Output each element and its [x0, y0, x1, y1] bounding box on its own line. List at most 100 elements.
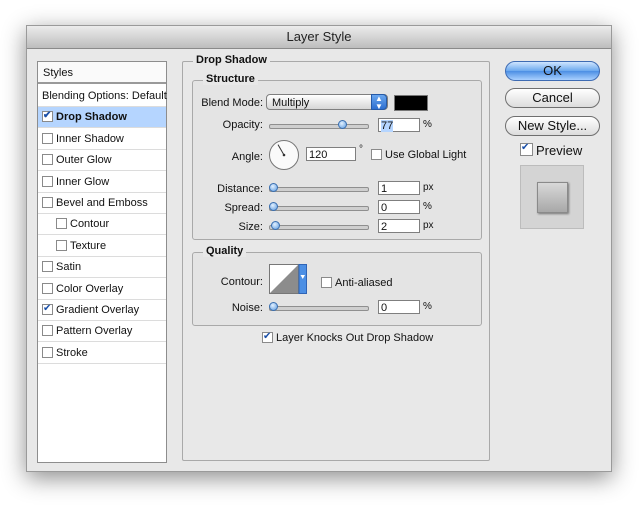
angle-label: Angle: — [231, 151, 263, 163]
spread-input[interactable]: 0 — [378, 200, 420, 214]
style-item-checkbox[interactable] — [42, 304, 53, 315]
style-item-gradient-overlay[interactable]: Gradient Overlay — [38, 300, 166, 321]
use-global-light-check[interactable] — [371, 148, 382, 160]
style-item-label: Pattern Overlay — [56, 325, 133, 338]
size-unit: px — [423, 220, 434, 231]
spread-label: Spread: — [224, 202, 263, 214]
distance-unit: px — [423, 182, 434, 193]
angle-unit: ° — [359, 144, 363, 155]
use-global-light-checkbox[interactable]: Use Global Light — [371, 148, 467, 162]
angle-input[interactable]: 120 — [306, 147, 356, 161]
quality-group: Quality Contour: Anti-aliased Noise: 0 % — [192, 245, 482, 326]
style-item-bevel-and-emboss[interactable]: Bevel and Emboss — [38, 193, 166, 214]
spread-slider-thumb[interactable] — [269, 202, 278, 211]
size-slider-thumb[interactable] — [270, 221, 280, 230]
style-item-checkbox[interactable] — [42, 346, 53, 358]
new-style-button[interactable]: New Style... — [505, 116, 600, 136]
style-item-checkbox[interactable] — [42, 197, 53, 208]
style-item-label: Inner Shadow — [56, 132, 124, 145]
blend-mode-select[interactable]: Multiply ▲ ▼ — [266, 94, 388, 111]
style-item-inner-shadow[interactable]: Inner Shadow — [38, 129, 166, 150]
style-item-label: Inner Glow — [56, 175, 110, 188]
anti-aliased-label: Anti-aliased — [335, 277, 393, 290]
distance-input[interactable]: 1 — [378, 181, 420, 195]
opacity-slider-thumb[interactable] — [337, 120, 347, 129]
preview-swatch — [537, 182, 568, 213]
layer-knocks-out-checkbox[interactable]: Layer Knocks Out Drop Shadow — [262, 331, 434, 345]
drop-shadow-title: Drop Shadow — [193, 54, 270, 66]
size-slider[interactable] — [269, 225, 369, 230]
opacity-label: Opacity: — [222, 119, 263, 131]
preview-thumbnail — [520, 165, 584, 229]
styles-list: Styles Blending Options: Default Drop Sha… — [37, 61, 167, 463]
opacity-value: 77 — [381, 120, 394, 132]
style-item-checkbox[interactable] — [42, 175, 53, 187]
size-label: Size: — [238, 221, 263, 233]
size-input[interactable]: 2 — [378, 219, 420, 233]
opacity-input[interactable]: 77 — [378, 118, 420, 132]
use-global-light-label: Use Global Light — [385, 149, 467, 162]
blend-mode-value: Multiply — [272, 97, 310, 109]
style-item-label: Satin — [56, 261, 82, 274]
distance-slider[interactable] — [269, 187, 369, 192]
style-item-drop-shadow[interactable]: Drop Shadow — [38, 107, 166, 129]
contour-picker[interactable] — [269, 264, 307, 294]
style-item-satin[interactable]: Satin — [38, 257, 166, 279]
style-item-checkbox[interactable] — [56, 239, 67, 251]
noise-unit: % — [423, 301, 432, 312]
style-item-label: Drop Shadow — [56, 111, 127, 124]
layer-style-dialog: Layer Style Styles Blending Options: Def… — [26, 25, 612, 472]
style-item-checkbox[interactable] — [56, 218, 67, 230]
window-title: Layer Style — [27, 26, 611, 49]
style-item-checkbox[interactable] — [42, 111, 53, 123]
distance-label: Distance: — [217, 183, 263, 195]
contour-label: Contour: — [220, 276, 263, 288]
noise-input[interactable]: 0 — [378, 300, 420, 314]
structure-title: Structure — [203, 73, 258, 85]
layer-knocks-out-label: Layer Knocks Out Drop Shadow — [276, 332, 434, 345]
style-item-checkbox[interactable] — [42, 132, 53, 144]
style-item-label: Bevel and Emboss — [56, 197, 148, 209]
noise-slider-thumb[interactable] — [269, 302, 278, 311]
style-item-label: Color Overlay — [56, 282, 124, 295]
opacity-slider[interactable] — [269, 124, 369, 129]
quality-title: Quality — [203, 245, 247, 257]
opacity-unit: % — [423, 119, 432, 130]
cancel-button[interactable]: Cancel — [505, 88, 600, 108]
preview-check[interactable] — [520, 143, 533, 157]
spread-slider[interactable] — [269, 206, 369, 211]
preview-checkbox[interactable]: Preview — [520, 142, 582, 158]
style-item-contour[interactable]: Contour — [38, 214, 166, 236]
style-item-pattern-overlay[interactable]: Pattern Overlay — [38, 321, 166, 343]
drop-shadow-panel: Drop Shadow Structure Blend Mode: Multip… — [182, 54, 490, 461]
style-item-label: Gradient Overlay — [56, 304, 140, 316]
anti-aliased-checkbox[interactable]: Anti-aliased — [321, 276, 393, 290]
style-item-checkbox[interactable] — [42, 282, 53, 294]
preview-label: Preview — [536, 143, 583, 159]
shadow-color-swatch[interactable] — [394, 95, 428, 111]
layer-knocks-out-check[interactable] — [262, 331, 273, 343]
style-item-blending-options-default[interactable]: Blending Options: Default — [38, 86, 167, 107]
distance-slider-thumb[interactable] — [269, 183, 278, 192]
chevron-updown-icon: ▲ ▼ — [371, 94, 387, 111]
blend-mode-label: Blend Mode: — [201, 97, 263, 109]
style-item-inner-glow[interactable]: Inner Glow — [38, 172, 166, 193]
angle-dial[interactable] — [268, 139, 300, 171]
spread-unit: % — [423, 201, 432, 212]
style-item-outer-glow[interactable]: Outer Glow — [38, 150, 166, 172]
style-item-label: Contour — [70, 218, 110, 231]
noise-label: Noise: — [231, 302, 263, 314]
noise-slider[interactable] — [269, 306, 369, 311]
ok-button[interactable]: OK — [505, 61, 600, 81]
style-item-label: Stroke — [56, 346, 88, 359]
styles-list-header: Styles — [38, 62, 166, 84]
style-item-stroke[interactable]: Stroke — [38, 343, 166, 364]
style-item-checkbox[interactable] — [42, 261, 53, 273]
anti-aliased-check[interactable] — [321, 276, 332, 288]
style-item-checkbox[interactable] — [42, 325, 53, 337]
style-item-texture[interactable]: Texture — [38, 236, 166, 257]
style-item-checkbox[interactable] — [42, 154, 53, 166]
style-item-label: Blending Options: Default — [42, 90, 167, 102]
style-item-color-overlay[interactable]: Color Overlay — [38, 279, 166, 300]
structure-group: Structure Blend Mode: Multiply ▲ ▼ Opacit… — [192, 73, 482, 240]
